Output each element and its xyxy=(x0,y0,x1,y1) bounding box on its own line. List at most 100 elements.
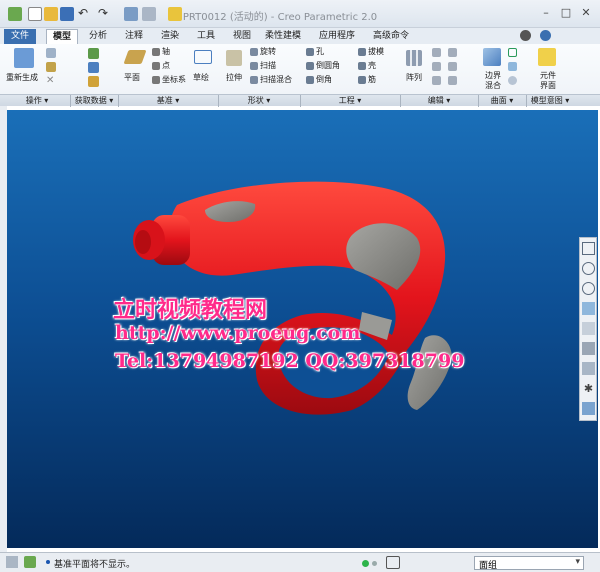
display-style-icon[interactable] xyxy=(582,322,595,335)
close-button[interactable]: ✕ xyxy=(578,6,594,20)
pattern-label[interactable]: 阵列 xyxy=(406,72,422,83)
edit-icon-2[interactable] xyxy=(432,62,441,71)
get-data-icon-1[interactable] xyxy=(88,48,99,59)
tab-flexible-modeling[interactable]: 柔性建模 xyxy=(258,29,308,44)
repaint-icon[interactable] xyxy=(582,302,595,315)
group-datum[interactable]: 基准 ▾ xyxy=(120,95,216,107)
ribbon-group-bar: 操作 ▾ 获取数据 ▾ 基准 ▾ 形状 ▾ 工程 ▾ 编辑 ▾ 曲面 ▾ 模型意… xyxy=(0,94,600,107)
component-interface-icon[interactable] xyxy=(538,48,556,66)
group-editing[interactable]: 编辑 ▾ xyxy=(402,95,476,107)
extrude-icon[interactable] xyxy=(226,50,242,66)
regenerate-label[interactable]: 重新生成 xyxy=(6,72,38,83)
sketch-icon[interactable] xyxy=(194,50,212,64)
view-toolbar: ✱ xyxy=(579,237,597,421)
get-data-icon-2[interactable] xyxy=(88,62,99,73)
minimize-button[interactable]: – xyxy=(538,6,554,20)
group-operations[interactable]: 操作 ▾ xyxy=(6,95,68,107)
tab-view[interactable]: 视图 xyxy=(226,29,258,44)
browser-toggle-icon[interactable] xyxy=(24,556,36,568)
status-message: 基准平面将不显示。 xyxy=(54,560,136,570)
maximize-button[interactable]: □ xyxy=(558,6,574,20)
group-surfaces[interactable]: 曲面 ▾ xyxy=(480,95,524,107)
edit-icon-6[interactable] xyxy=(448,76,457,85)
annotation-display-icon[interactable] xyxy=(582,402,595,415)
sweep-label[interactable]: 扫描 xyxy=(260,60,276,71)
refit-icon[interactable] xyxy=(582,242,595,255)
boundary-blend-label-2[interactable]: 混合 xyxy=(485,80,501,91)
extrude-label[interactable]: 拉伸 xyxy=(226,72,242,83)
tab-advanced[interactable]: 高级命令 xyxy=(366,29,416,44)
rib-icon[interactable] xyxy=(358,76,366,84)
boundary-blend-icon[interactable] xyxy=(483,48,501,66)
zoom-out-icon[interactable] xyxy=(582,282,595,295)
draft-icon[interactable] xyxy=(358,48,366,56)
edit-icon-4[interactable] xyxy=(448,48,457,57)
navigator-toggle-icon[interactable] xyxy=(6,556,18,568)
zoom-in-icon[interactable] xyxy=(582,262,595,275)
saved-orientations-icon[interactable] xyxy=(582,342,595,355)
group-get-data[interactable]: 获取数据 ▾ xyxy=(72,95,116,107)
watermark-line-2: http://www.proeug.com xyxy=(115,322,361,344)
datum-display-icon[interactable]: ✱ xyxy=(582,382,595,395)
sweep-icon[interactable] xyxy=(250,62,258,70)
edit-icon-1[interactable] xyxy=(432,48,441,57)
group-shapes[interactable]: 形状 ▾ xyxy=(220,95,298,107)
revolve-label[interactable]: 旋转 xyxy=(260,46,276,57)
revolve-icon[interactable] xyxy=(250,48,258,56)
pattern-icon[interactable] xyxy=(406,50,422,66)
sketch-label[interactable]: 草绘 xyxy=(193,72,209,83)
group-engineering[interactable]: 工程 ▾ xyxy=(302,95,398,107)
csys-label[interactable]: 坐标系 xyxy=(162,74,186,85)
csys-icon[interactable] xyxy=(152,76,160,84)
separator xyxy=(300,95,301,107)
point-icon[interactable] xyxy=(152,62,160,70)
tab-file[interactable]: 文件 xyxy=(4,29,36,44)
message-bullet xyxy=(46,560,50,564)
nozzle xyxy=(133,215,190,265)
swept-blend-icon[interactable] xyxy=(250,76,258,84)
find-icon[interactable] xyxy=(386,556,400,569)
tab-annotate[interactable]: 注释 xyxy=(118,29,150,44)
settings-icon[interactable] xyxy=(520,30,531,41)
swept-blend-label[interactable]: 扫描混合 xyxy=(260,74,292,85)
tab-model[interactable]: 模型 xyxy=(46,29,78,44)
hole-icon[interactable] xyxy=(306,48,314,56)
regenerate-icon[interactable] xyxy=(14,48,34,68)
axis-icon[interactable] xyxy=(152,48,160,56)
copy-icon[interactable] xyxy=(46,48,56,58)
draft-label[interactable]: 拔模 xyxy=(368,46,384,57)
edit-icon-3[interactable] xyxy=(432,76,441,85)
view-manager-icon[interactable] xyxy=(582,362,595,375)
get-data-icon-3[interactable] xyxy=(88,76,99,87)
delete-icon[interactable]: ✕ xyxy=(46,76,56,86)
paste-icon[interactable] xyxy=(46,62,56,72)
round-icon[interactable] xyxy=(306,62,314,70)
separator xyxy=(526,95,527,107)
tab-render[interactable]: 渲染 xyxy=(154,29,186,44)
shell-icon[interactable] xyxy=(358,62,366,70)
chamfer-icon[interactable] xyxy=(306,76,314,84)
rib-label[interactable]: 筋 xyxy=(368,74,376,85)
axis-label[interactable]: 轴 xyxy=(162,46,170,57)
tab-tools[interactable]: 工具 xyxy=(190,29,222,44)
selection-filter-select[interactable]: 面组 ▾ xyxy=(474,556,584,571)
chamfer-label[interactable]: 倒角 xyxy=(316,74,332,85)
round-label[interactable]: 倒圆角 xyxy=(316,60,340,71)
nozzle-tip xyxy=(135,230,151,254)
component-interface-label-2[interactable]: 界面 xyxy=(540,80,556,91)
graphics-viewport[interactable]: 立时视频教程网 http://www.proeug.com Tel:137949… xyxy=(7,110,598,548)
edit-icon-5[interactable] xyxy=(448,62,457,71)
hole-label[interactable]: 孔 xyxy=(316,46,324,57)
point-label[interactable]: 点 xyxy=(162,60,170,71)
watermark-line-1: 立时视频教程网 xyxy=(113,297,268,323)
plane-icon[interactable] xyxy=(123,50,147,64)
tab-analysis[interactable]: 分析 xyxy=(82,29,114,44)
surface-icon-3[interactable] xyxy=(508,76,517,85)
surface-icon-2[interactable] xyxy=(508,62,517,71)
plane-label[interactable]: 平面 xyxy=(124,72,140,83)
surface-icon-1[interactable] xyxy=(508,48,517,57)
tab-applications[interactable]: 应用程序 xyxy=(312,29,362,44)
shell-label[interactable]: 壳 xyxy=(368,60,376,71)
help-icon[interactable] xyxy=(540,30,551,41)
group-model-intent[interactable]: 模型意图 ▾ xyxy=(528,95,572,107)
